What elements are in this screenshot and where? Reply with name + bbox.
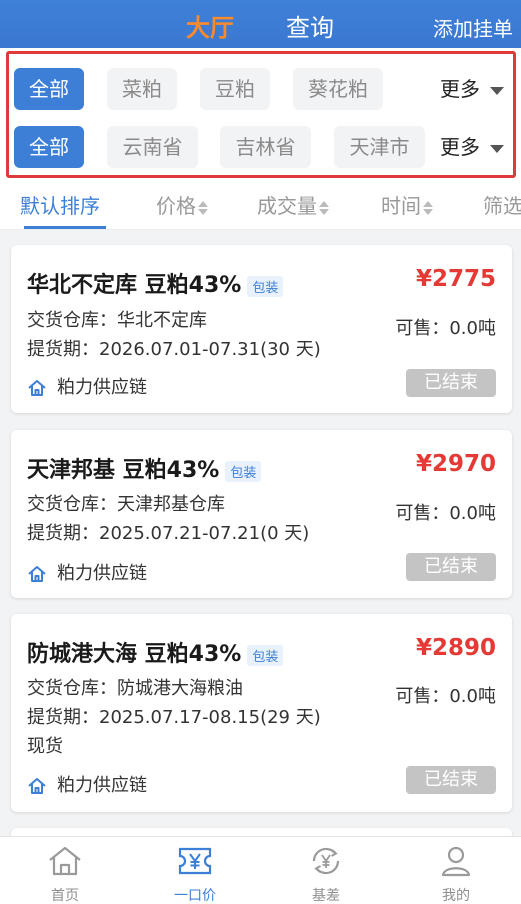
- listing-supplier: 粕力供应链: [27, 771, 147, 797]
- listing-available: 可售：0.0吨: [395, 318, 496, 339]
- listing-available: 可售：0.0吨: [395, 503, 496, 524]
- yen-exchange-icon: [312, 847, 340, 875]
- chevron-down-icon: [490, 86, 504, 95]
- pack-tag: 包装: [225, 460, 262, 482]
- sort-default[interactable]: 默认排序: [20, 190, 100, 219]
- listing-card[interactable]: 华北不定库 豆粕43% 包装 ¥2775 交货仓库：华北不定库 提货期：2026.…: [11, 245, 512, 413]
- status-badge: 已结束: [406, 369, 496, 397]
- bottom-nav: 首页 一口价 基差 我的: [0, 836, 521, 904]
- sort-bar: 默认排序 价格 成交量 时间 筛选: [0, 180, 521, 230]
- pack-tag: 包装: [247, 275, 284, 297]
- listing-title-text: 天津邦基 豆粕43%: [27, 458, 220, 483]
- app-header: 大厅 查询 添加挂单: [0, 0, 521, 48]
- nav-fixed-price[interactable]: 一口价: [130, 837, 260, 904]
- listing-pickup: 提货期：2026.07.01-07.31(30 天): [27, 339, 321, 360]
- region-filter-row: 全部 云南省 吉林省 天津市 更多: [0, 126, 521, 168]
- nav-home-label: 首页: [51, 888, 79, 904]
- home-icon: [28, 778, 46, 794]
- product-filter-row: 全部 菜粕 豆粕 葵花粕 更多: [0, 68, 521, 110]
- sort-price-label: 价格: [156, 194, 196, 218]
- product-more-label: 更多: [440, 77, 480, 101]
- chevron-down-icon: [490, 144, 504, 153]
- listing-title: 天津邦基 豆粕43% 包装: [27, 452, 262, 484]
- status-badge: 已结束: [406, 553, 496, 581]
- region-chip-jilin[interactable]: 吉林省: [220, 126, 311, 168]
- region-chip-yunnan[interactable]: 云南省: [107, 126, 198, 168]
- product-chip-sunflower-meal[interactable]: 葵花粕: [293, 68, 383, 110]
- listing-warehouse: 交货仓库：天津邦基仓库: [27, 494, 225, 515]
- sort-time-label: 时间: [381, 194, 421, 218]
- listing-pickup: 提货期：2025.07.21-07.21(0 天): [27, 523, 310, 544]
- status-badge: 已结束: [406, 766, 496, 794]
- sort-arrows-icon: [423, 200, 433, 216]
- home-icon: [28, 380, 46, 396]
- add-order-button[interactable]: 添加挂单: [433, 13, 513, 42]
- listing-title-text: 华北不定库 豆粕43%: [27, 273, 242, 298]
- region-chip-all[interactable]: 全部: [14, 126, 84, 168]
- listing-title-text: 防城港大海 豆粕43%: [27, 642, 242, 667]
- sort-filter[interactable]: 筛选: [483, 190, 521, 219]
- user-icon: [441, 846, 471, 877]
- listing-available: 可售：0.0吨: [395, 686, 496, 707]
- sort-volume-label: 成交量: [257, 194, 317, 218]
- region-more-label: 更多: [440, 135, 480, 159]
- supplier-name: 粕力供应链: [57, 775, 147, 796]
- nav-mine-label: 我的: [442, 888, 470, 904]
- listing-supplier: 粕力供应链: [27, 559, 147, 585]
- nav-basis[interactable]: 基差: [261, 837, 391, 904]
- supplier-name: 粕力供应链: [57, 563, 147, 584]
- listing-title: 防城港大海 豆粕43% 包装: [27, 636, 284, 668]
- sort-volume[interactable]: 成交量: [257, 190, 329, 219]
- listing-price: ¥2890: [415, 635, 496, 661]
- home-icon: [28, 566, 46, 582]
- sort-time[interactable]: 时间: [381, 190, 433, 219]
- tab-hall[interactable]: 大厅: [186, 8, 234, 43]
- product-chip-all[interactable]: 全部: [14, 68, 84, 110]
- listing-extra: 现货: [27, 736, 63, 757]
- sort-active-underline: [24, 226, 106, 229]
- product-chip-rapeseed-meal[interactable]: 菜粕: [107, 68, 177, 110]
- listing-card[interactable]: 防城港大海 豆粕43% 包装 ¥2890 交货仓库：防城港大海粮油 提货期：202…: [11, 614, 512, 812]
- nav-basis-label: 基差: [312, 888, 340, 904]
- region-more-dropdown[interactable]: 更多: [440, 126, 504, 168]
- nav-home[interactable]: 首页: [0, 837, 130, 904]
- sort-arrows-icon: [198, 200, 208, 216]
- listing-card[interactable]: 天津邦基 豆粕43% 包装 ¥2970 交货仓库：天津邦基仓库 提货期：2025.…: [11, 430, 512, 598]
- listing-price: ¥2970: [415, 451, 496, 477]
- listing-warehouse: 交货仓库：防城港大海粮油: [27, 678, 243, 699]
- listing-warehouse: 交货仓库：华北不定库: [27, 310, 207, 331]
- product-more-dropdown[interactable]: 更多: [440, 68, 504, 110]
- product-chip-soybean-meal[interactable]: 豆粕: [200, 68, 270, 110]
- nav-fixed-price-label: 一口价: [174, 888, 216, 904]
- yen-ticket-icon: [178, 847, 212, 875]
- region-chip-tianjin[interactable]: 天津市: [334, 126, 425, 168]
- listing-price: ¥2775: [415, 266, 496, 292]
- listing-pickup: 提货期：2025.07.17-08.15(29 天): [27, 707, 321, 728]
- supplier-name: 粕力供应链: [57, 377, 147, 398]
- tab-query[interactable]: 查询: [286, 8, 334, 43]
- sort-price[interactable]: 价格: [156, 190, 208, 219]
- listing-title: 华北不定库 豆粕43% 包装: [27, 267, 284, 299]
- nav-mine[interactable]: 我的: [391, 837, 521, 904]
- sort-arrows-icon: [319, 200, 329, 216]
- listing-supplier: 粕力供应链: [27, 373, 147, 399]
- pack-tag: 包装: [247, 644, 284, 666]
- home-outline-icon: [49, 846, 81, 876]
